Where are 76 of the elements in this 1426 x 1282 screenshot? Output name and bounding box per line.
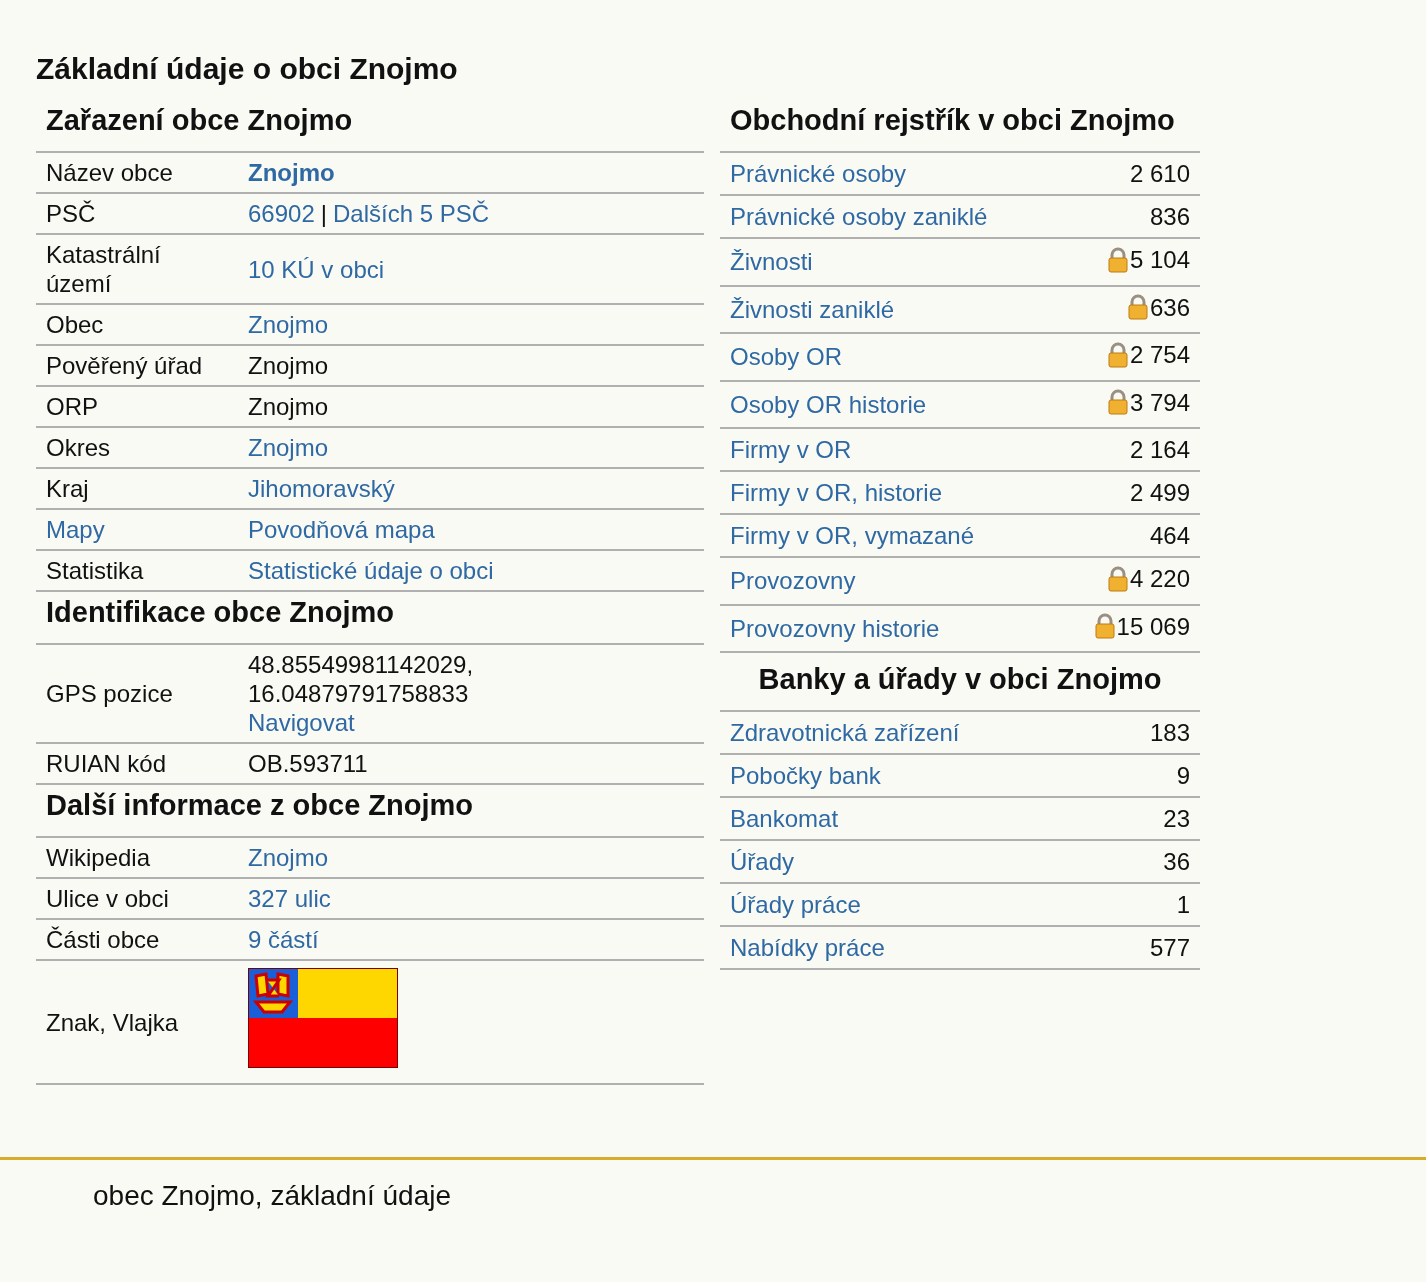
count-value: 2 164 <box>1129 435 1190 464</box>
row-label: Kraj <box>46 475 89 502</box>
row-label: Části obce <box>46 926 160 953</box>
count-value: 1 <box>1176 890 1190 919</box>
count-value: 36 <box>1163 847 1190 876</box>
link[interactable]: Znojmo <box>248 844 329 871</box>
link[interactable]: Firmy v OR, historie <box>730 479 942 506</box>
footer-text: obec Znojmo, základní údaje <box>93 1180 451 1211</box>
count-value: 3 794 <box>1129 387 1190 417</box>
link[interactable]: Statistické údaje o obci <box>248 557 494 584</box>
link[interactable]: Firmy v OR, vymazané <box>730 522 975 549</box>
link[interactable]: Úřady <box>730 848 795 875</box>
link[interactable]: 10 KÚ v obci <box>248 255 385 283</box>
link[interactable]: Osoby OR <box>730 343 843 371</box>
row-label: Wikipedia <box>46 844 151 871</box>
link[interactable]: Právnické osoby zaniklé <box>730 203 988 230</box>
page-title: Základní údaje o obci Znojmo <box>36 52 459 86</box>
count-value: 5 104 <box>1129 245 1190 274</box>
link[interactable]: 66902 <box>248 200 315 227</box>
count-value: 4 220 <box>1129 564 1190 593</box>
row-label: Název obce <box>46 159 173 186</box>
link[interactable]: Povodňová mapa <box>248 516 435 543</box>
row-value: Znojmo <box>248 393 329 420</box>
count-value: 2 754 <box>1129 340 1190 369</box>
link[interactable]: Firmy v OR <box>730 436 852 463</box>
count-value: 636 <box>1149 292 1190 322</box>
count-value: 2 499 <box>1129 478 1190 507</box>
row-label: GPS pozice <box>46 680 173 707</box>
link[interactable]: Pobočky bank <box>730 762 881 789</box>
link[interactable]: Dalších 5 PSČ <box>333 200 490 227</box>
section-heading: Banky a úřady v obci Znojmo <box>720 653 1200 712</box>
count-value: 23 <box>1163 804 1190 833</box>
row-value: 16.04879791758833 <box>248 680 469 707</box>
count-value: 183 <box>1149 718 1190 747</box>
row-value: | <box>320 200 327 227</box>
link[interactable]: Navigovat <box>248 709 355 736</box>
row-label: ORP <box>46 393 98 420</box>
link[interactable]: 327 ulic <box>248 885 331 912</box>
link[interactable]: Živnosti <box>730 248 813 276</box>
link[interactable]: Osoby OR historie <box>730 390 927 418</box>
section-heading: Další informace z obce Znojmo <box>36 785 704 838</box>
link[interactable]: Provozovny <box>730 567 856 595</box>
link[interactable]: Znojmo <box>248 311 329 338</box>
count-value: 464 <box>1149 521 1190 550</box>
row-value: OB.593711 <box>248 750 368 777</box>
link[interactable]: Zdravotnická zařízení <box>730 719 960 746</box>
row-label: Obec <box>46 311 104 338</box>
row-label: Katastrální území <box>46 241 161 297</box>
count-value: 9 <box>1176 761 1190 790</box>
row-label: Znak, Vlajka <box>46 1008 179 1036</box>
row-label: Statistika <box>46 557 144 584</box>
link[interactable]: Nabídky práce <box>730 934 885 961</box>
row-label: Pověřený úřad <box>46 352 203 379</box>
count-value: 577 <box>1149 933 1190 962</box>
section-heading: Zařazení obce Znojmo <box>36 100 704 153</box>
link[interactable]: Znojmo <box>248 159 335 186</box>
row-label: Okres <box>46 434 110 461</box>
link[interactable]: Úřady práce <box>730 891 861 918</box>
link[interactable]: Právnické osoby <box>730 160 907 187</box>
link[interactable]: Znojmo <box>248 434 329 461</box>
link[interactable]: 9 částí <box>248 926 319 953</box>
row-label: RUIAN kód <box>46 750 167 777</box>
link[interactable]: Bankomat <box>730 805 839 832</box>
section-heading: Identifikace obce Znojmo <box>36 592 704 645</box>
count-value: 2 610 <box>1129 159 1190 188</box>
link[interactable]: Provozovny historie <box>730 614 940 642</box>
link[interactable]: Živnosti zaniklé <box>730 295 895 323</box>
row-value: Znojmo <box>248 352 329 379</box>
row-label: PSČ <box>46 200 96 227</box>
count-value: 15 069 <box>1116 611 1190 641</box>
row-value: 48.85549981142029, <box>248 651 474 678</box>
count-value: 836 <box>1149 202 1190 231</box>
row-label: Ulice v obci <box>46 885 169 912</box>
link[interactable]: Jihomoravský <box>248 475 395 502</box>
row-label-link[interactable]: Mapy <box>46 516 105 543</box>
section-heading: Obchodní rejstřík v obci Znojmo <box>720 100 1200 153</box>
